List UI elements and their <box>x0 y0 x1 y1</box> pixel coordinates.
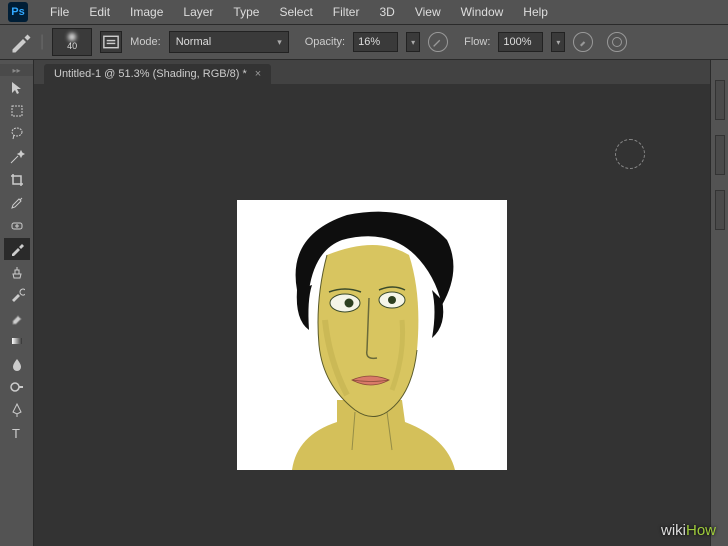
opacity-input[interactable]: 16% <box>353 32 398 52</box>
dodge-tool[interactable] <box>4 376 30 398</box>
gradient-tool[interactable] <box>4 330 30 352</box>
crop-tool[interactable] <box>4 169 30 191</box>
type-tool[interactable]: T <box>4 422 30 444</box>
menu-edit[interactable]: Edit <box>79 1 120 23</box>
document-tab[interactable]: Untitled-1 @ 51.3% (Shading, RGB/8) * × <box>44 64 271 84</box>
menu-file[interactable]: File <box>40 1 79 23</box>
workspace: ▸▸ T Untitled-1 @ 51.3% (Shading, RGB/8)… <box>0 60 728 546</box>
document-tabs: Untitled-1 @ 51.3% (Shading, RGB/8) * × <box>34 60 710 84</box>
menu-layer[interactable]: Layer <box>173 1 223 23</box>
flow-dropdown[interactable]: ▾ <box>551 32 565 52</box>
right-dock <box>710 60 728 546</box>
menu-image[interactable]: Image <box>120 1 173 23</box>
toolbar-collapse[interactable]: ▸▸ <box>0 64 33 76</box>
mode-value: Normal <box>176 36 211 48</box>
blur-tool[interactable] <box>4 353 30 375</box>
history-brush-tool[interactable] <box>4 284 30 306</box>
brush-preset-picker[interactable]: 40 <box>52 28 92 56</box>
menu-3d[interactable]: 3D <box>369 1 404 23</box>
tab-title: Untitled-1 @ 51.3% (Shading, RGB/8) * <box>54 68 247 80</box>
canvas-viewport[interactable] <box>34 84 710 546</box>
brush-panel-toggle[interactable] <box>100 31 122 53</box>
opacity-dropdown[interactable]: ▾ <box>406 32 420 52</box>
dock-panel-3[interactable] <box>715 190 725 230</box>
pen-tool[interactable] <box>4 399 30 421</box>
menu-type[interactable]: Type <box>223 1 269 23</box>
mode-label: Mode: <box>130 36 161 48</box>
menu-select[interactable]: Select <box>269 1 322 23</box>
healing-brush-tool[interactable] <box>4 215 30 237</box>
lasso-tool[interactable] <box>4 123 30 145</box>
opacity-label: Opacity: <box>305 36 345 48</box>
document-canvas[interactable] <box>237 200 507 470</box>
svg-text:T: T <box>12 426 20 441</box>
flow-value: 100% <box>503 36 531 48</box>
menubar: Ps File Edit Image Layer Type Select Fil… <box>0 0 728 24</box>
tool-preset-icon[interactable] <box>8 30 32 54</box>
blend-mode-select[interactable]: Normal <box>169 31 289 53</box>
menu-filter[interactable]: Filter <box>323 1 370 23</box>
menu-help[interactable]: Help <box>513 1 558 23</box>
move-tool[interactable] <box>4 77 30 99</box>
watermark-how: How <box>686 522 716 539</box>
tools-panel: ▸▸ T <box>0 60 34 546</box>
app-logo: Ps <box>8 2 28 22</box>
flow-input[interactable]: 100% <box>498 32 543 52</box>
brush-cursor-icon <box>615 139 645 169</box>
canvas-area: Untitled-1 @ 51.3% (Shading, RGB/8) * × <box>34 60 710 546</box>
eyedropper-tool[interactable] <box>4 192 30 214</box>
menu-window[interactable]: Window <box>451 1 514 23</box>
flow-label: Flow: <box>464 36 490 48</box>
tab-close-icon[interactable]: × <box>255 68 261 80</box>
eraser-tool[interactable] <box>4 307 30 329</box>
tablet-pressure-icon[interactable] <box>607 32 627 52</box>
dock-panel-2[interactable] <box>715 135 725 175</box>
marquee-tool[interactable] <box>4 100 30 122</box>
magic-wand-tool[interactable] <box>4 146 30 168</box>
clone-stamp-tool[interactable] <box>4 261 30 283</box>
artwork <box>237 200 507 470</box>
brush-size-value: 40 <box>67 41 77 51</box>
app-logo-text: Ps <box>11 6 24 18</box>
opacity-pressure-icon[interactable] <box>428 32 448 52</box>
watermark-wiki: wiki <box>661 522 686 539</box>
menu-view[interactable]: View <box>405 1 451 23</box>
brush-tool[interactable] <box>4 238 30 260</box>
dock-panel-1[interactable] <box>715 80 725 120</box>
opacity-value: 16% <box>358 36 380 48</box>
watermark: wikiHow <box>661 522 716 540</box>
options-bar: | 40 Mode: Normal Opacity: 16% ▾ Flow: 1… <box>0 24 728 60</box>
airbrush-icon[interactable] <box>573 32 593 52</box>
